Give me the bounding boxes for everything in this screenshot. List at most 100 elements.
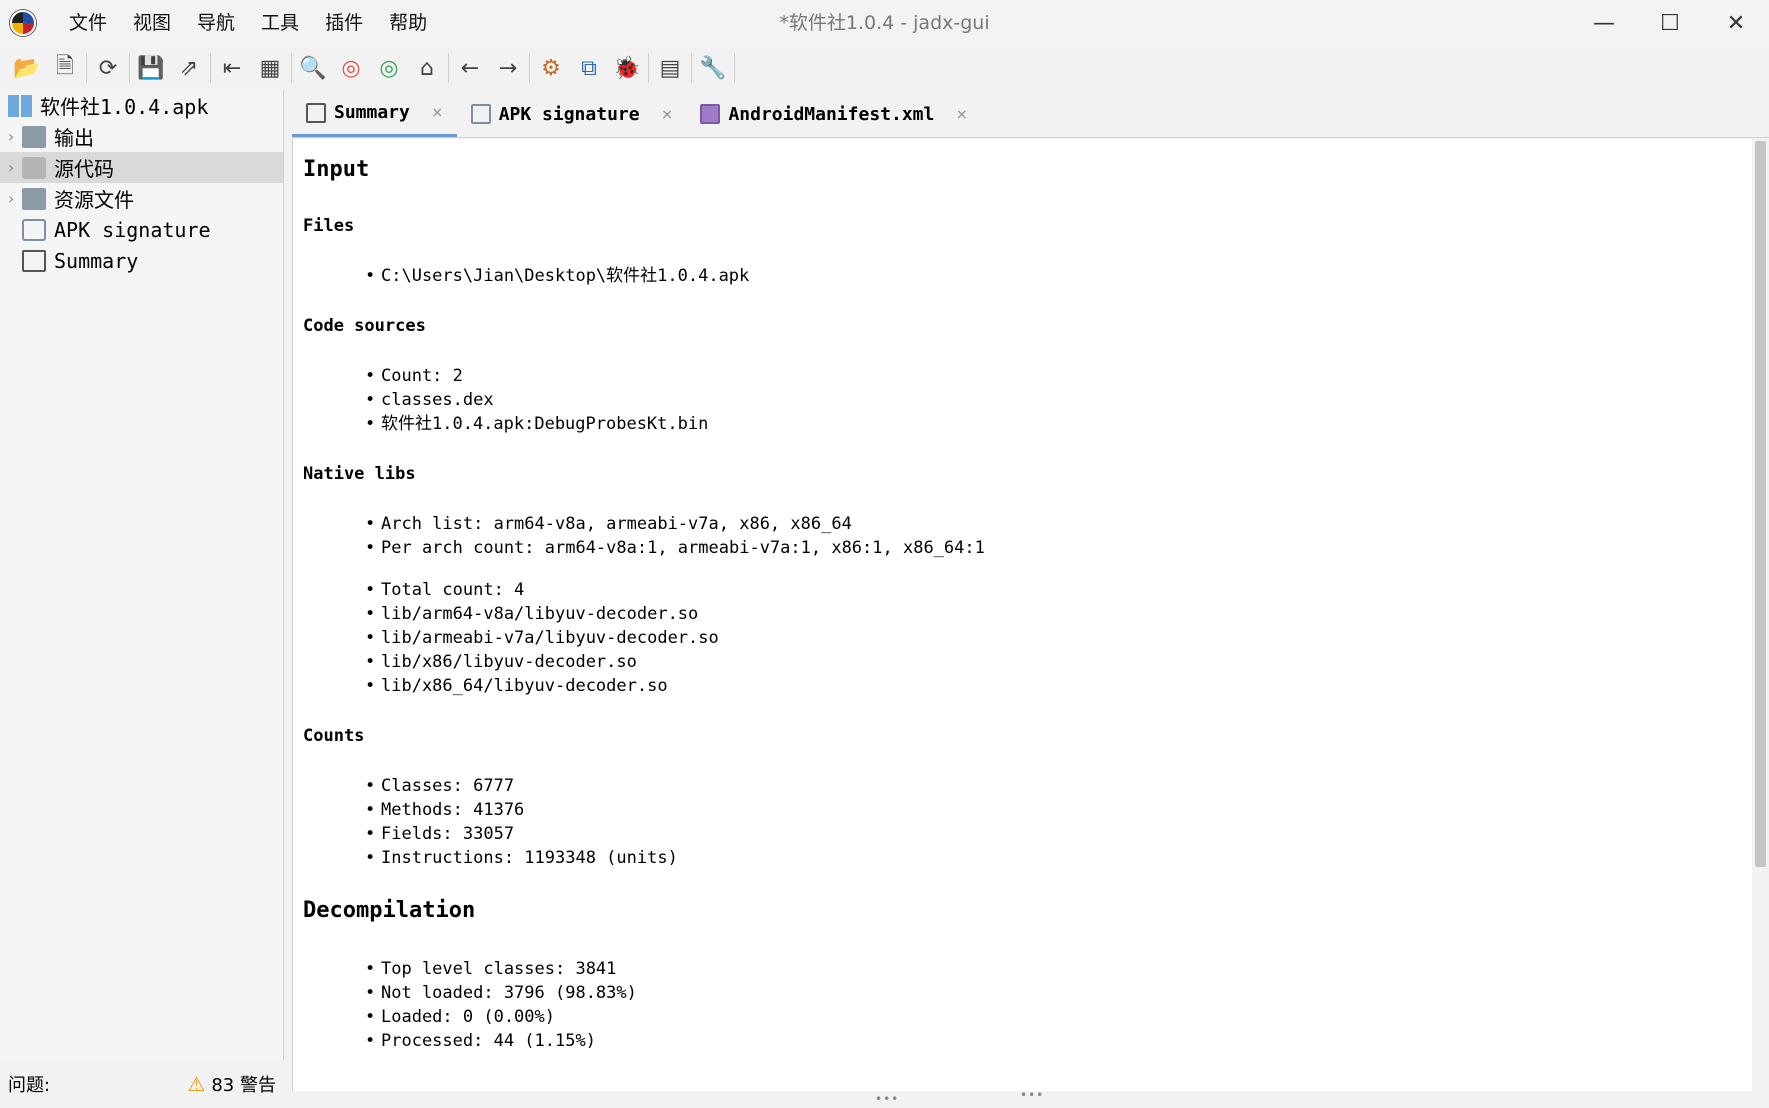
export-icon: ⇗	[179, 55, 199, 81]
minimize-button[interactable]: —	[1571, 0, 1637, 46]
tab-apk-signature[interactable]: APK signature ×	[457, 91, 687, 137]
list-item: Loaded: 0 (0.00%)	[365, 1005, 1742, 1029]
back-icon: ←	[460, 55, 480, 81]
counts-heading: Counts	[303, 726, 365, 746]
source-icon	[22, 156, 46, 179]
tab-label: Summary	[334, 102, 410, 123]
forward-button[interactable]: →	[489, 50, 527, 86]
tab-android-manifest[interactable]: AndroidManifest.xml ×	[686, 91, 981, 137]
save-icon: 💾	[137, 55, 165, 81]
maximize-button[interactable]: ☐	[1637, 0, 1703, 46]
open-folder-icon: 📂	[13, 55, 41, 81]
flatten-packages-icon: ▦	[259, 55, 281, 81]
close-tab-icon[interactable]: ×	[432, 102, 443, 123]
debugger-button[interactable]: 🐞	[608, 50, 646, 86]
tab-label: AndroidManifest.xml	[728, 103, 935, 125]
tree-root-label: 软件社1.0.4.apk	[40, 95, 209, 119]
toolbar-separator	[86, 53, 87, 83]
list-item: Processed: 44 (1.15%)	[365, 1029, 1742, 1053]
find-class-button[interactable]: ◎	[370, 50, 408, 86]
list-item: Total count: 4	[365, 578, 1742, 602]
deobfuscation-icon: ⚙	[541, 55, 561, 81]
chevron-right-icon[interactable]: ›	[0, 158, 22, 177]
warning-icon: ⚠	[187, 1072, 206, 1096]
log-viewer-button[interactable]: ▤	[651, 50, 689, 86]
resources-icon	[22, 187, 46, 210]
menu-bar: 文件 视图 导航 工具 插件 帮助	[56, 0, 440, 46]
tree-item-source[interactable]: › 源代码	[0, 152, 283, 183]
section-input-title: Input	[303, 157, 370, 182]
list-item: Classes: 6777	[365, 774, 1742, 798]
list-item: Not loaded: 3796 (98.83%)	[365, 981, 1742, 1005]
add-files-button[interactable]: 🗎	[46, 50, 84, 86]
menu-tools[interactable]: 工具	[248, 0, 312, 46]
flatten-packages-button[interactable]: ▦	[251, 50, 289, 86]
resize-handle[interactable]: •••	[1020, 1088, 1044, 1102]
status-bar: 问题: ⚠ 83 警告	[0, 1060, 284, 1108]
add-file-icon: 🗎	[56, 54, 74, 79]
list-item: Instructions: 1193348 (units)	[365, 846, 1742, 870]
save-all-button[interactable]: 💾	[132, 50, 170, 86]
toolbar-separator	[448, 53, 449, 83]
back-button[interactable]: ←	[451, 50, 489, 86]
home-button[interactable]: ⌂	[408, 50, 446, 86]
resize-handle[interactable]: •••	[875, 1092, 899, 1106]
tree-item-output[interactable]: › 输出	[0, 121, 283, 152]
list-item: Fields: 33057	[365, 822, 1742, 846]
search-icon: 🔍	[299, 55, 327, 81]
close-tab-icon[interactable]: ×	[662, 104, 673, 125]
manifest-icon	[700, 104, 721, 124]
list-item: lib/armeabi-v7a/libyuv-decoder.so	[365, 626, 1742, 650]
list-item: 软件社1.0.4.apk:DebugProbesKt.bin	[365, 412, 1742, 436]
menu-navigation[interactable]: 导航	[184, 0, 248, 46]
list-item: Methods: 41376	[365, 798, 1742, 822]
close-tab-icon[interactable]: ×	[956, 104, 967, 125]
tab-summary[interactable]: Summary ×	[292, 91, 457, 137]
editor-tabs: Summary × APK signature × AndroidManifes…	[292, 90, 1769, 138]
toolbar-separator	[529, 53, 530, 83]
scrollbar-thumb[interactable]	[1755, 141, 1766, 867]
native-libs-files-list: Total count: 4 lib/arm64-v8a/libyuv-deco…	[365, 578, 1742, 698]
export-button[interactable]: ⇗	[170, 50, 208, 86]
warnings-indicator[interactable]: ⚠ 83 警告	[187, 1071, 276, 1097]
folder-icon	[22, 125, 46, 148]
list-item: lib/x86_64/libyuv-decoder.so	[365, 674, 1742, 698]
tree-item-summary[interactable]: Summary	[0, 245, 283, 276]
reload-button[interactable]: ⟳	[89, 50, 127, 86]
open-file-button[interactable]: 📂	[8, 50, 46, 86]
deobfuscation-button[interactable]: ⚙	[532, 50, 570, 86]
list-item: Arch list: arm64-v8a, armeabi-v7a, x86, …	[365, 512, 1742, 536]
tree-item-label: 源代码	[54, 157, 114, 181]
search-button[interactable]: 🔍	[294, 50, 332, 86]
log-icon: ▤	[659, 55, 681, 81]
tree-item-apk-signature[interactable]: APK signature	[0, 214, 283, 245]
list-item: C:\Users\Jian\Desktop\软件社1.0.4.apk	[365, 264, 1742, 288]
list-item: Count: 2	[365, 364, 1742, 388]
menu-plugins[interactable]: 插件	[312, 0, 376, 46]
forward-icon: →	[498, 55, 518, 81]
find-usage-icon: ◎	[341, 55, 361, 81]
tree-item-label: Summary	[54, 248, 139, 273]
section-decompilation-title: Decompilation	[303, 898, 476, 923]
menu-view[interactable]: 视图	[120, 0, 184, 46]
toolbar: 📂 🗎 ⟳ 💾 ⇗ ⇤ ▦ 🔍 ◎ ◎ ⌂ ← → ⚙ ⧉ 🐞 ▤ 🔧	[0, 46, 1769, 90]
sync-tree-button[interactable]: ⇤	[213, 50, 251, 86]
quick-tabs-button[interactable]: ⧉	[570, 50, 608, 86]
close-window-button[interactable]: ✕	[1703, 0, 1769, 46]
files-heading: Files	[303, 216, 355, 236]
preferences-button[interactable]: 🔧	[694, 50, 732, 86]
tree-root[interactable]: 软件社1.0.4.apk	[0, 90, 283, 121]
summary-icon	[306, 102, 326, 123]
menu-file[interactable]: 文件	[56, 0, 120, 46]
native-libs-arch-list: Arch list: arm64-v8a, armeabi-v7a, x86, …	[365, 512, 1742, 560]
native-libs-heading: Native libs	[303, 464, 416, 484]
apk-icon	[8, 94, 32, 117]
menu-help[interactable]: 帮助	[376, 0, 440, 46]
chevron-right-icon[interactable]: ›	[0, 189, 22, 208]
project-tree: 软件社1.0.4.apk › 输出 › 源代码 › 资源文件 APK signa…	[0, 90, 284, 1060]
tree-item-resources[interactable]: › 资源文件	[0, 183, 283, 214]
chevron-right-icon[interactable]: ›	[0, 127, 22, 146]
vertical-scrollbar[interactable]	[1752, 139, 1769, 1091]
find-usage-button[interactable]: ◎	[332, 50, 370, 86]
list-item: lib/arm64-v8a/libyuv-decoder.so	[365, 602, 1742, 626]
